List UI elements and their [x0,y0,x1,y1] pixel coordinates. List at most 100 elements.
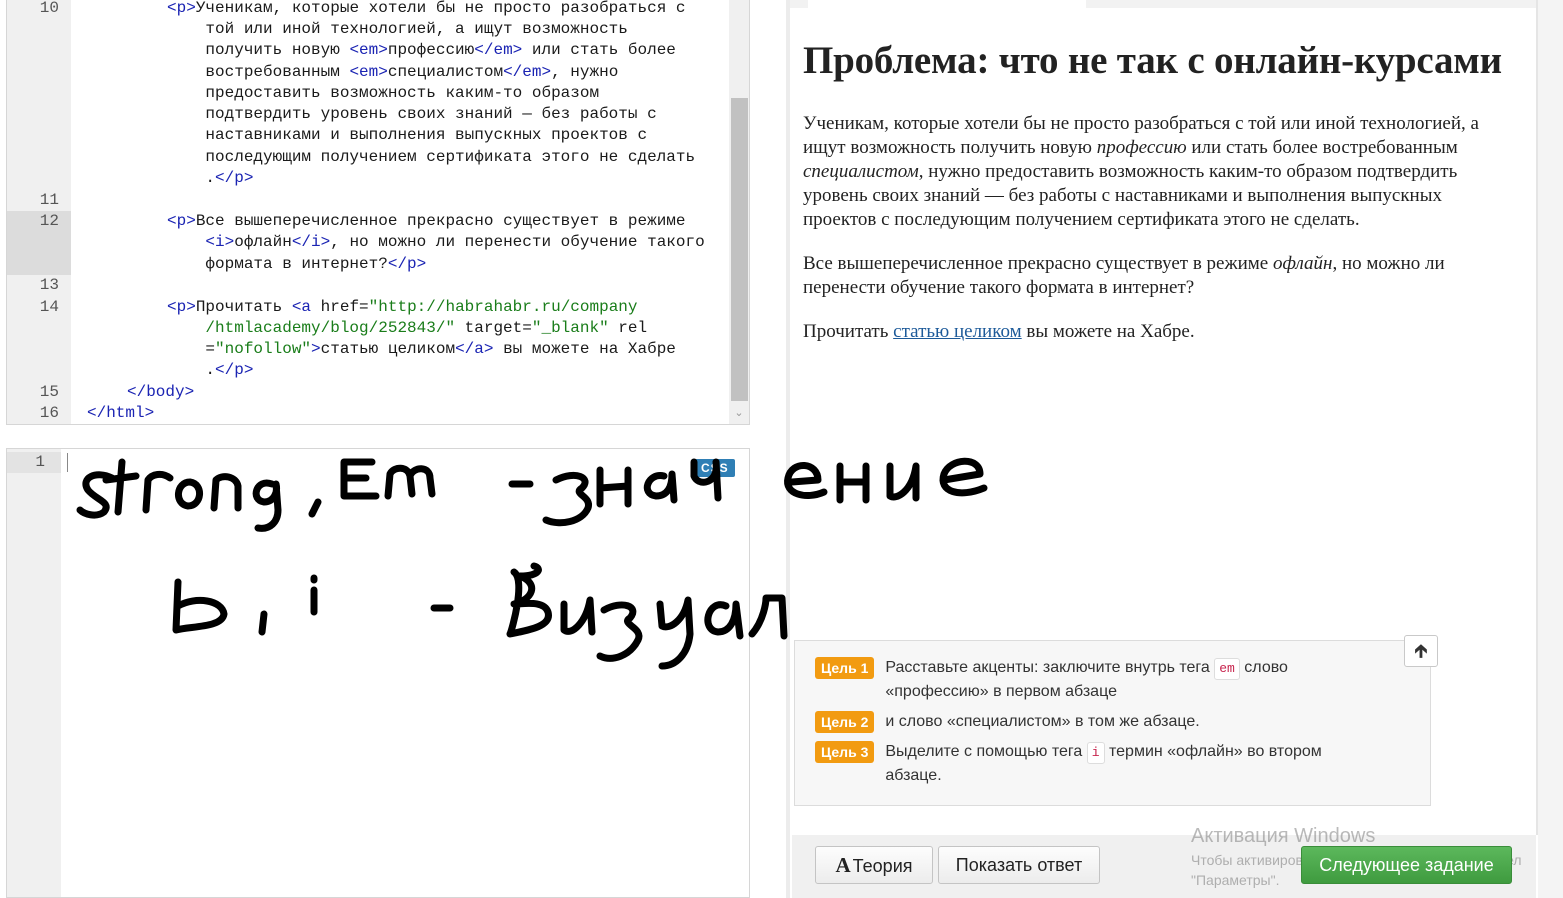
code-line[interactable]: .</p> [167,360,253,381]
goal-text: Выделите с помощью тега i термин «офлайн… [885,742,1322,784]
code-line[interactable]: </html> [87,403,154,424]
code-token: </html> [87,404,155,422]
preview-paragraph-3: Прочитать статью целиком вы можете на Ха… [803,321,1195,342]
code-token: <i> [205,233,235,251]
line-number: 16 [39,404,59,422]
article-link[interactable]: статью целиком [893,321,1022,342]
code-token: наставниками и выполнения выпускных прое… [167,126,648,144]
html-editor[interactable]: 10 11 12 13 14 15 16 <p>Ученикам, которы… [6,0,750,425]
css-editor[interactable]: 1 CSS [6,448,750,898]
code-token: , но можно ли перенести обучение такого [330,233,705,251]
code-line[interactable]: востребованным <em>специалистом</em>, ну… [167,62,618,83]
goal-badge: Цель 1 [815,657,875,679]
arrow-up-icon: 🡱 [1414,641,1428,661]
code-line[interactable]: подтвердить уровень своих знаний — без р… [167,104,657,125]
code-line[interactable]: формата в интернет?</p> [167,254,426,275]
code-token: статью целиком [320,340,456,358]
code-line[interactable]: той или иной технологией, а ищут возможн… [167,19,628,40]
code-line[interactable]: <p>Ученикам, которые хотели бы не просто… [167,0,686,19]
preview-document: Проблема: что не так с онлайн-курсами Уч… [803,38,1515,364]
code-token: Все вышеперечисленное прекрасно существу… [195,212,686,230]
line-number: 11 [39,191,59,209]
code-token: <p> [167,298,196,316]
code-token: > [311,340,321,358]
code-token: профессию [387,41,475,59]
preview-paragraph-2: Все вышеперечисленное прекрасно существу… [803,253,1445,298]
code-token: </p> [215,169,254,187]
line-number: 12 [39,212,59,230]
code-token: или стать более [522,41,676,59]
next-task-button[interactable]: Следующее задание [1301,846,1512,884]
code-line[interactable]: наставниками и выполнения выпускных прое… [167,125,647,146]
preview-tab[interactable] [808,0,1086,8]
code-token: . [167,361,216,379]
code-chip-i: i [1086,742,1105,764]
code-token: специалистом [387,63,504,81]
goal-text: Расставьте акценты: заключите внутрь тег… [885,658,1288,700]
code-token: href= [320,298,369,316]
code-line[interactable]: </body> [127,382,194,403]
code-token: формата в интернет? [167,255,388,273]
code-token: , нужно [551,63,619,81]
code-line[interactable]: предоставить возможность каким-то образо… [167,83,599,104]
code-token: востребованным [167,63,350,81]
code-token: <p> [167,212,196,230]
windows-activation-title: Активация Windows [1191,825,1376,847]
code-line[interactable]: последующим получением сертификата этого… [167,147,695,168]
code-token: </em> [474,41,523,59]
code-token: Ученикам, которые хотели бы не просто ра… [195,0,686,17]
preview-paragraph-1: Ученикам, которые хотели бы не просто ра… [803,113,1479,230]
line-number: 15 [39,383,59,401]
theory-button[interactable]: A Теория [815,846,933,884]
scroll-down-icon[interactable]: ⌄ [732,406,746,420]
code-token: </i> [291,233,331,251]
goal-text: и слово «специалистом» в том же абзаце. [885,713,1200,730]
window-edge [1538,0,1563,898]
code-line[interactable]: <p>Все вышеперечисленное прекрасно сущес… [167,211,686,232]
code-token: той или иной технологией, а ищут возможн… [167,20,628,38]
code-line[interactable]: .</p> [167,168,253,189]
code-token: </a> [455,340,494,358]
line-number: 14 [39,298,59,316]
code-token: "http://habrahabr.ru/company [368,298,638,316]
scrollbar-thumb[interactable] [731,98,748,401]
code-token: <em> [349,63,388,81]
code-token: вы можете на Хабре [493,340,676,358]
goal-badge: Цель 2 [815,711,875,733]
css-mode-badge: CSS [695,459,735,477]
code-line[interactable]: <p>Прочитать <a href="http://habrahabr.r… [167,297,638,318]
editor-scrollbar[interactable]: ⌄ [729,0,749,424]
code-line[interactable]: /htmlacademy/blog/252843/" target="_blan… [167,318,647,339]
code-token: </p> [387,255,427,273]
code-token: . [167,169,216,187]
code-token: офлайн [234,233,292,251]
code-token: подтвердить уровень своих знаний — без р… [167,105,657,123]
code-token: </p> [215,361,254,379]
code-token: </body> [127,383,195,401]
line-number: 10 [39,0,59,17]
code-chip-em: em [1214,658,1240,680]
code-token: rel [608,319,648,337]
code-line[interactable]: <i>офлайн</i>, но можно ли перенести обу… [167,232,705,253]
css-line-number-gutter [7,449,61,897]
goal-item: Цель 3 Выделите с помощью тега i термин … [815,741,1365,788]
code-token: </em> [503,63,552,81]
code-token: "_blank" [531,319,609,337]
scroll-top-button[interactable]: 🡱 [1404,635,1438,667]
emphasis-specialist: специалистом [803,161,919,182]
code-line[interactable]: ="nofollow">статью целиком</a> вы можете… [167,339,676,360]
preview-heading: Проблема: что не так с онлайн-курсами [803,39,1502,82]
goal-badge: Цель 3 [815,741,875,763]
italic-offline: офлайн [1273,253,1333,274]
code-token: "nofollow" [215,340,312,358]
code-token: Прочитать [195,298,292,316]
show-answer-button[interactable]: Показать ответ [938,846,1100,884]
code-token: <p> [167,0,196,17]
code-line[interactable]: получить новую <em>профессию</em> или ст… [167,40,676,61]
preview-tab-strip [790,0,1536,8]
goal-item: Цель 1 Расставьте акценты: заключите вну… [815,657,1365,704]
code-token: <em> [349,41,388,59]
line-number: 13 [39,276,59,294]
goal-item: Цель 2 и слово «специалистом» в том же а… [815,711,1365,734]
